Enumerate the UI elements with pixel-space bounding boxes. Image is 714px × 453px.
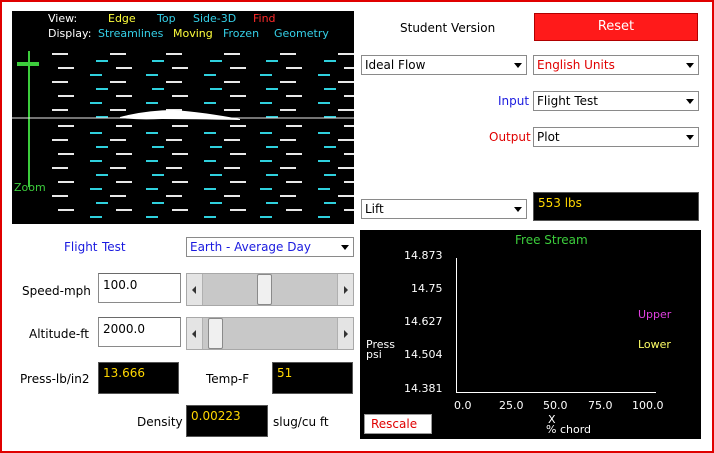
density-readout: 0.00223 <box>186 405 268 437</box>
input-value: Flight Test <box>537 94 598 108</box>
y-tick-label: 14.75 <box>411 282 443 295</box>
y-tick-label: 14.873 <box>404 249 443 262</box>
x-tick-label: 75.0 <box>588 399 613 412</box>
x-tick-label: 100.0 <box>632 399 664 412</box>
density-label: Density <box>137 415 183 429</box>
rescale-button[interactable]: Rescale <box>364 414 432 434</box>
output-label: Output <box>489 130 531 144</box>
chevron-down-icon <box>514 207 522 212</box>
units-value: English Units <box>537 58 615 72</box>
flow-type-select[interactable]: Ideal Flow <box>361 55 527 75</box>
output-value: Plot <box>537 130 560 144</box>
y-tick-label: 14.504 <box>404 348 443 361</box>
test-label: Test <box>102 240 126 254</box>
speed-slider-thumb[interactable] <box>257 274 272 305</box>
slider-left-arrow-icon[interactable] <box>187 274 203 305</box>
input-select[interactable]: Flight Test <box>533 91 699 111</box>
speed-label: Speed-mph <box>22 284 91 298</box>
flight-label: Flight <box>64 240 98 254</box>
input-label: Input <box>498 94 530 108</box>
chevron-down-icon <box>686 135 694 140</box>
slider-left-arrow-icon[interactable] <box>187 318 203 349</box>
x-tick-label: 50.0 <box>543 399 568 412</box>
lift-readout: 553 lbs <box>533 192 699 221</box>
legend-lower: Lower <box>638 338 671 351</box>
units-select[interactable]: English Units <box>533 55 699 75</box>
chevron-down-icon <box>341 245 349 250</box>
x-axis-line <box>456 392 656 393</box>
x-axis-label-line2: % chord <box>546 423 592 436</box>
output-select[interactable]: Plot <box>533 127 699 147</box>
speed-slider[interactable] <box>186 273 354 306</box>
flow-view-panel[interactable]: View: Edge Top Side-3D Find Display: Str… <box>12 11 354 224</box>
flow-type-value: Ideal Flow <box>365 58 426 72</box>
y-tick-label: 14.381 <box>404 382 443 395</box>
chevron-down-icon <box>514 63 522 68</box>
altitude-slider[interactable] <box>186 317 354 350</box>
legend-upper: Upper <box>638 308 672 321</box>
y-tick-label: 14.627 <box>404 315 443 328</box>
chevron-down-icon <box>686 63 694 68</box>
density-unit-label: slug/cu ft <box>273 415 329 429</box>
altitude-label: Altitude-ft <box>29 327 89 341</box>
speed-input[interactable]: 100.0 <box>98 273 181 303</box>
x-tick-label: 25.0 <box>499 399 524 412</box>
press-readout: 13.666 <box>98 362 179 394</box>
y-axis-line <box>456 258 457 392</box>
student-version-label: Student Version <box>400 21 496 35</box>
planet-select[interactable]: Earth - Average Day <box>186 237 354 257</box>
planet-value: Earth - Average Day <box>190 240 311 254</box>
pressure-plot-panel[interactable]: Free Stream 14.873 14.75 14.627 14.504 1… <box>360 230 701 439</box>
x-tick-label: 0.0 <box>454 399 472 412</box>
y-axis-label-line2: psi <box>366 348 382 361</box>
chevron-down-icon <box>686 99 694 104</box>
lift-select[interactable]: Lift <box>361 199 527 219</box>
plot-title: Free Stream <box>515 233 588 247</box>
temp-label: Temp-F <box>206 372 250 386</box>
slider-right-arrow-icon[interactable] <box>337 318 353 349</box>
altitude-slider-thumb[interactable] <box>208 318 223 349</box>
reset-button[interactable]: Reset <box>534 13 698 41</box>
temp-readout: 51 <box>272 362 353 394</box>
slider-right-arrow-icon[interactable] <box>337 274 353 305</box>
press-label: Press-lb/in2 <box>20 372 90 386</box>
lift-select-value: Lift <box>365 202 384 216</box>
airfoil-geometry <box>12 110 354 120</box>
altitude-input[interactable]: 2000.0 <box>98 317 181 347</box>
